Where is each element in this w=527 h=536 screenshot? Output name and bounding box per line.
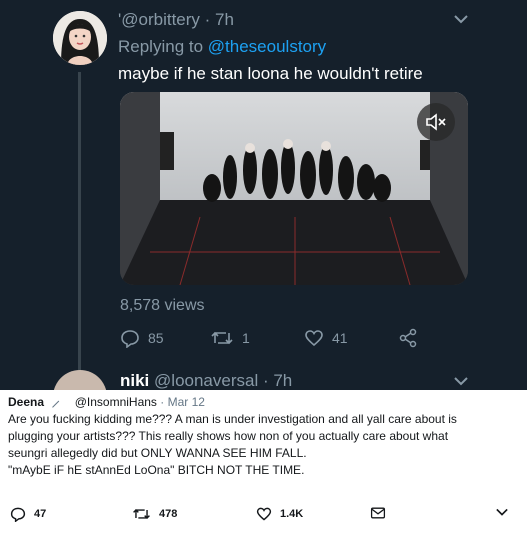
thread-line bbox=[78, 72, 81, 372]
quoted-retweet-button[interactable]: 478 bbox=[132, 506, 177, 522]
quoted-tweet-date: · Mar 12 bbox=[160, 395, 205, 409]
mail-icon bbox=[370, 507, 386, 519]
quoted-like-button[interactable]: 1.4K bbox=[256, 506, 303, 522]
replying-to-mention[interactable]: @theseoulstory bbox=[208, 37, 326, 56]
mute-button[interactable] bbox=[417, 103, 455, 141]
quoted-like-count: 1.4K bbox=[280, 508, 304, 520]
video-frame bbox=[120, 92, 468, 285]
quoted-reply-button[interactable]: 47 bbox=[10, 506, 46, 522]
tweet-actions: 85 1 41 bbox=[120, 328, 460, 350]
view-count: 8,578 views bbox=[120, 297, 205, 314]
quoted-tweet[interactable]: Deena @InsomniHans · Mar 12 Are you fuck… bbox=[0, 390, 527, 536]
quoted-reply-count: 47 bbox=[34, 508, 47, 520]
pencil-icon bbox=[46, 394, 60, 408]
next-tweet-handle[interactable]: @loonaversal bbox=[154, 371, 258, 390]
quoted-more-button[interactable] bbox=[494, 506, 510, 518]
share-button[interactable] bbox=[398, 328, 418, 348]
tweet-handle[interactable]: '@orbittery bbox=[118, 10, 200, 29]
quoted-tweet-actions: 47 478 1.4K bbox=[0, 506, 527, 528]
share-icon bbox=[399, 328, 417, 348]
like-icon bbox=[256, 507, 272, 521]
mute-icon bbox=[426, 113, 446, 131]
like-count: 41 bbox=[332, 330, 348, 346]
reply-count: 85 bbox=[148, 330, 164, 346]
reply-icon bbox=[10, 507, 26, 522]
retweet-icon bbox=[133, 509, 150, 519]
next-tweet-time: · 7h bbox=[262, 371, 293, 390]
next-tweet-header: niki @loonaversal · 7h bbox=[120, 371, 292, 391]
tweet-header: '@orbittery · 7h bbox=[118, 10, 234, 30]
like-button[interactable]: 41 bbox=[304, 328, 348, 348]
replying-to-prefix: Replying to bbox=[118, 37, 204, 56]
retweet-button[interactable]: 1 bbox=[210, 328, 250, 348]
next-tweet-name[interactable]: niki bbox=[120, 371, 149, 390]
chevron-down-icon[interactable] bbox=[452, 12, 470, 26]
avatar[interactable] bbox=[53, 11, 107, 65]
quoted-tweet-handle[interactable]: @InsomniHans bbox=[75, 395, 157, 409]
quoted-tweet-name[interactable]: Deena bbox=[8, 395, 44, 409]
reply-icon bbox=[121, 330, 139, 348]
quoted-retweet-count: 478 bbox=[159, 508, 178, 520]
chevron-down-icon[interactable] bbox=[452, 374, 470, 388]
replying-to: Replying to @theseoulstory bbox=[118, 37, 326, 57]
retweet-count: 1 bbox=[242, 330, 250, 346]
quoted-tweet-header: Deena @InsomniHans · Mar 12 bbox=[8, 394, 205, 409]
quoted-tweet-text: Are you fucking kidding me??? A man is u… bbox=[8, 412, 457, 477]
like-icon bbox=[305, 330, 323, 347]
avatar-image bbox=[53, 11, 107, 65]
tweet-time[interactable]: · 7h bbox=[205, 10, 234, 29]
retweet-icon bbox=[211, 331, 233, 345]
tweet-text: maybe if he stan loona he wouldn't retir… bbox=[118, 64, 423, 83]
reply-button[interactable]: 85 bbox=[120, 328, 164, 348]
video-player[interactable] bbox=[120, 92, 468, 285]
chevron-down-icon bbox=[496, 508, 508, 516]
direct-message-button[interactable] bbox=[370, 506, 386, 520]
